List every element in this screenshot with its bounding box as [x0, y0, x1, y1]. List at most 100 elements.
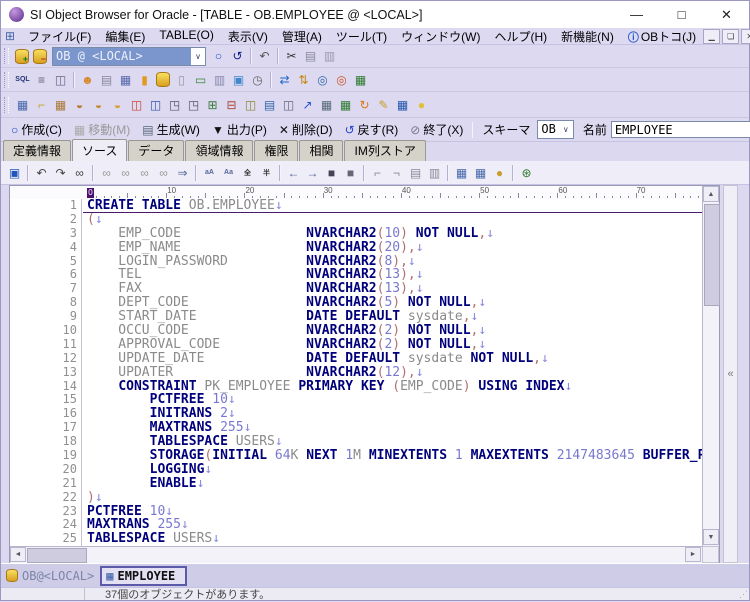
find-icon[interactable]: ∞	[71, 165, 88, 181]
window-minimize-button[interactable]: —	[614, 1, 659, 28]
code-line-19[interactable]: 19 STORAGE(INITIAL 64K NEXT 1M MINEXTENT…	[10, 448, 703, 463]
redo-icon[interactable]: ↷	[52, 165, 69, 181]
object-task-tab[interactable]: ▦ EMPLOYEE	[100, 565, 188, 586]
lightbulb-icon[interactable]: ●	[413, 97, 430, 113]
rollback-segment-icon[interactable]	[156, 72, 170, 87]
mdi-child-icon[interactable]: ⊞	[5, 29, 15, 43]
menu-item-7[interactable]: ウィンドウ(W)	[394, 28, 487, 45]
code-line-14[interactable]: 14 CONSTRAINT PK_EMPLOYEE PRIMARY KEY (E…	[10, 379, 703, 394]
db-search-icon[interactable]: ◎	[314, 72, 331, 88]
find-word-icon[interactable]: ∞	[136, 165, 153, 181]
code-line-18[interactable]: 18 TABLESPACE USERS↓	[10, 434, 703, 450]
object-search-icon[interactable]: ◎	[333, 72, 350, 88]
settings-icon[interactable]: ⊛	[518, 165, 535, 181]
toolbar-grip[interactable]	[4, 71, 9, 88]
code-line-13[interactable]: 13 UPDATER NVARCHAR2(12),↓	[10, 365, 703, 380]
find-mark-icon[interactable]: ∞	[155, 165, 172, 181]
jump-line-icon[interactable]: ⇒	[174, 165, 191, 181]
tab-4[interactable]: 領域情報	[185, 140, 254, 161]
window-red-icon[interactable]: ◫	[128, 97, 145, 113]
scroll-left-icon[interactable]: ◄	[10, 547, 26, 562]
hankaku-icon[interactable]: 半	[258, 165, 275, 181]
window-small-icon[interactable]: ◫	[280, 97, 297, 113]
db-disconnect-icon[interactable]: −	[33, 48, 47, 64]
table-blue-icon[interactable]: ▦	[394, 97, 411, 113]
tree-remove-icon[interactable]: ⊟	[223, 97, 240, 113]
scroll-right-icon[interactable]: ►	[685, 547, 701, 562]
menu-item-10[interactable]: ⓘ OBトコ(J)	[621, 28, 703, 45]
menu-item-4[interactable]: 表示(V)	[221, 28, 275, 45]
file-icon[interactable]: ▯	[173, 72, 190, 88]
delete-button[interactable]: ✕ 削除(D)	[273, 120, 339, 139]
notes-icon[interactable]: ▤	[261, 97, 278, 113]
script-icon[interactable]: ≡	[33, 72, 50, 88]
menu-item-3[interactable]: TABLE(O)	[152, 28, 220, 45]
compare-icon[interactable]: ⇄	[276, 72, 293, 88]
connection-task-item[interactable]: OB@<LOCAL>	[1, 569, 100, 583]
toolbar-grip[interactable]	[4, 48, 9, 64]
output-button[interactable]: ▼ 出力(P)	[206, 120, 273, 139]
window-close-button[interactable]: ✕	[704, 1, 749, 28]
code-line-21[interactable]: 21 ENABLE↓	[10, 476, 703, 491]
recycle-bin-icon[interactable]: ▣	[230, 72, 247, 88]
matrix-icon[interactable]: ▦	[352, 72, 369, 88]
code-line-9[interactable]: 9 START_DATE DATE DEFAULT sysdate,↓	[10, 309, 703, 325]
new-object-icon[interactable]: ○	[210, 48, 227, 64]
menu-item-5[interactable]: 管理(A)	[275, 28, 329, 45]
window-blue-icon[interactable]: ◫	[147, 97, 164, 113]
window-star-icon[interactable]: ◫	[242, 97, 259, 113]
code-line-11[interactable]: 11 APPROVAL_CODE NVARCHAR2(2) NOT NULL,↓	[10, 337, 703, 352]
close-object-button[interactable]: ⊘ 終了(X)	[404, 120, 469, 139]
edit-note-icon[interactable]: ✎	[375, 97, 392, 113]
page-copy-icon[interactable]: ▤	[407, 165, 424, 181]
code-line-2[interactable]: 2 (↓	[10, 212, 703, 227]
code-line-4[interactable]: 4 EMP_NAME NVARCHAR2(20),↓	[10, 240, 703, 255]
horizontal-scroll-thumb[interactable]	[27, 548, 87, 563]
copy-icon[interactable]: ▤	[302, 48, 319, 64]
vertical-scrollbar[interactable]: ▲ ▼	[702, 186, 720, 546]
cut-icon[interactable]: ✂	[283, 48, 300, 64]
server-icon[interactable]: ▦	[117, 72, 134, 88]
code-line-5[interactable]: 5 LOGIN_PASSWORD NVARCHAR2(8),↓	[10, 254, 703, 269]
chevron-down-icon[interactable]: ∨	[191, 48, 205, 65]
menu-item-6[interactable]: ツール(T)	[329, 28, 394, 45]
user-icon[interactable]: ☻	[79, 72, 96, 88]
code-line-25[interactable]: 25 TABLESPACE USERS↓	[10, 531, 703, 546]
horizontal-scrollbar[interactable]: ◄ ►	[10, 546, 703, 563]
revert-button[interactable]: ↺ 戻す(R)	[339, 120, 405, 139]
child-close-button[interactable]: ✕	[741, 28, 750, 44]
table-grid-icon[interactable]: ▦	[14, 97, 31, 113]
indent-icon[interactable]: →	[304, 165, 321, 181]
refresh-orange-icon[interactable]: ↻	[356, 97, 373, 113]
basket-icon[interactable]: ◒	[109, 97, 126, 113]
schema-combobox[interactable]: OB ∨	[537, 120, 574, 139]
code-line-23[interactable]: 23 PCTFREE 10↓	[10, 504, 703, 519]
tablespace-icon[interactable]: ▤	[98, 72, 115, 88]
globe-icon[interactable]: ●	[491, 165, 508, 181]
scroll-down-icon[interactable]: ▼	[703, 529, 719, 545]
find-next-icon[interactable]: ∞	[98, 165, 115, 181]
menu-item-8[interactable]: ヘルプ(H)	[488, 28, 555, 45]
session-icon[interactable]: ◫	[52, 72, 69, 88]
vertical-scroll-thumb[interactable]	[704, 204, 720, 306]
menu-item-9[interactable]: 新機能(N)	[554, 28, 621, 45]
toolbar-grip[interactable]	[4, 96, 9, 113]
object-name-input[interactable]	[610, 121, 750, 138]
find-prev-icon[interactable]: ∞	[117, 165, 134, 181]
grid-view-icon[interactable]: ▦	[453, 165, 470, 181]
code-line-15[interactable]: 15 PCTFREE 10↓	[10, 393, 703, 408]
code-line-24[interactable]: 24 MAXTRANS 255↓	[10, 518, 703, 533]
table-green-icon[interactable]: ▦	[337, 97, 354, 113]
table-detail-icon[interactable]: ▦	[318, 97, 335, 113]
tab-2[interactable]: ソース	[72, 139, 128, 161]
clock-icon[interactable]: ◷	[249, 72, 266, 88]
code-line-20[interactable]: 20 LOGGING↓	[10, 462, 703, 477]
create-button[interactable]: ○ 作成(C)	[5, 120, 68, 139]
code-area[interactable]: 1 CREATE TABLE OB.EMPLOYEE↓ 2 (↓ 3 EMP_CODE …	[10, 199, 703, 546]
uncomment-icon[interactable]: ¬	[388, 165, 405, 181]
child-minimize-button[interactable]: ▁	[703, 28, 721, 44]
scroll-up-icon[interactable]: ▲	[703, 186, 719, 202]
tab-1[interactable]: 定義情報	[3, 140, 72, 161]
window-maximize-button[interactable]: □	[659, 1, 704, 28]
code-line-16[interactable]: 16 INITRANS 2↓	[10, 406, 703, 422]
